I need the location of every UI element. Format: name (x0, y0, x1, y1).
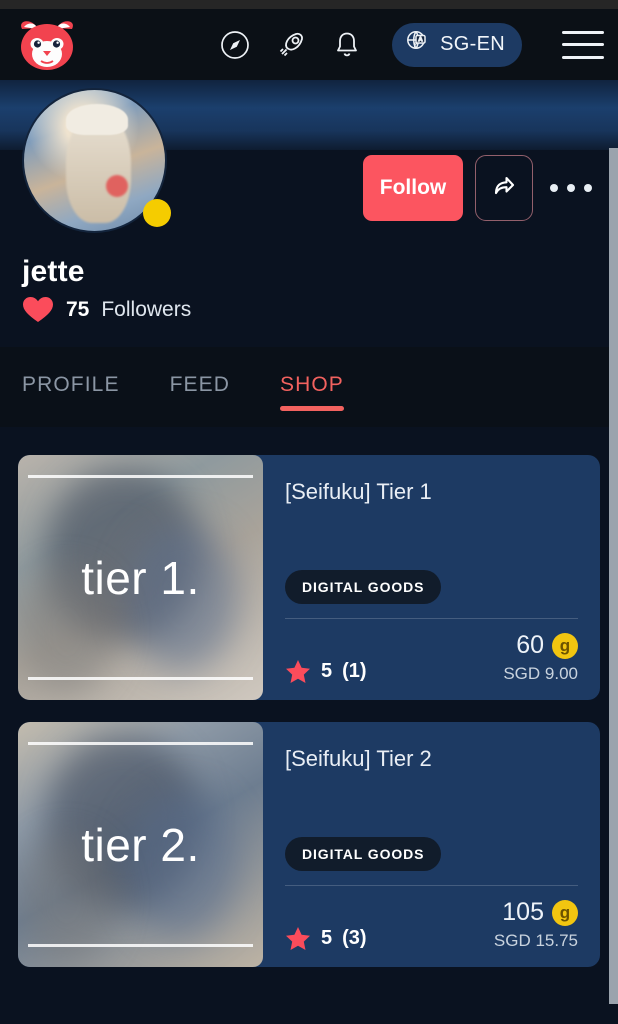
app-root: A SG-EN Follow jette 75 Followers PROFIL… (0, 0, 618, 1024)
star-icon (285, 659, 311, 684)
hamburger-menu-icon[interactable] (562, 28, 604, 62)
product-body: [Seifuku] Tier 2 DIGITAL GOODS 5 (3) 105… (263, 722, 600, 967)
compass-icon[interactable] (218, 28, 252, 62)
followers-count: 75 (66, 297, 90, 321)
status-bar (0, 0, 618, 9)
tab-label: SHOP (279, 373, 344, 396)
product-rating: 5 (1) (285, 659, 367, 684)
profile-tabs: PROFILE FEED SHOP (0, 347, 618, 427)
rating-count: (3) (342, 927, 367, 949)
tab-shop[interactable]: SHOP (279, 373, 344, 411)
thumbnail-label: tier 1. (81, 551, 200, 604)
language-label: SG-EN (440, 33, 505, 55)
product-title: [Seifuku] Tier 1 (285, 479, 432, 504)
star-icon (285, 926, 311, 951)
product-body: [Seifuku] Tier 1 DIGITAL GOODS 5 (1) 60 … (263, 455, 600, 700)
fiat-price: SGD 15.75 (493, 931, 578, 950)
heart-icon (22, 295, 54, 324)
profile-section: Follow jette 75 Followers (0, 80, 618, 347)
followers-row: 75 Followers (22, 295, 191, 324)
follow-button[interactable]: Follow (363, 155, 463, 221)
language-selector[interactable]: A SG-EN (392, 22, 522, 67)
tab-label: FEED (169, 373, 230, 396)
divider (285, 885, 578, 886)
product-type-badge: DIGITAL GOODS (285, 570, 442, 604)
product-badge-row: DIGITAL GOODS (285, 570, 578, 604)
product-card[interactable]: tier 1. [Seifuku] Tier 1 DIGITAL GOODS 5… (18, 455, 600, 700)
coin-amount: 105 (502, 898, 544, 926)
product-list: tier 1. [Seifuku] Tier 1 DIGITAL GOODS 5… (0, 455, 618, 989)
coin-price-row: 60 g (503, 631, 578, 660)
product-card[interactable]: tier 2. [Seifuku] Tier 2 DIGITAL GOODS 5… (18, 722, 600, 967)
divider (285, 618, 578, 619)
rocket-icon[interactable] (274, 28, 308, 62)
product-meta-row: 5 (3) 105 g SGD 15.75 (285, 898, 578, 951)
product-rating: 5 (3) (285, 926, 367, 951)
product-thumbnail: tier 1. (18, 455, 263, 700)
product-badge-row: DIGITAL GOODS (285, 837, 578, 871)
thumbnail-label: tier 2. (81, 818, 200, 871)
product-meta-row: 5 (1) 60 g SGD 9.00 (285, 631, 578, 684)
product-title: [Seifuku] Tier 2 (285, 746, 432, 771)
translate-globe-icon: A (405, 29, 431, 60)
dot-icon (550, 184, 558, 192)
coin-icon: g (552, 899, 578, 926)
page-scrollbar[interactable] (609, 148, 618, 1004)
product-thumbnail: tier 2. (18, 722, 263, 967)
app-header: A SG-EN (0, 9, 618, 80)
tab-profile[interactable]: PROFILE (22, 373, 120, 411)
online-status-dot (143, 199, 171, 227)
followers-label: Followers (101, 297, 192, 321)
product-type-badge: DIGITAL GOODS (285, 837, 442, 871)
rating-count: (1) (342, 660, 367, 682)
coin-icon: g (552, 632, 578, 659)
more-options-button[interactable] (542, 155, 600, 221)
coin-price-row: 105 g (494, 898, 578, 927)
red-panda-logo[interactable] (14, 19, 80, 71)
product-price: 105 g SGD 15.75 (494, 898, 578, 951)
tab-feed[interactable]: FEED (170, 373, 230, 411)
product-price: 60 g SGD 9.00 (503, 631, 578, 684)
profile-username: jette (22, 255, 85, 288)
coin-amount: 60 (516, 631, 544, 659)
svg-text:A: A (419, 37, 423, 43)
share-icon (489, 171, 519, 206)
rating-value: 5 (321, 660, 333, 682)
dot-icon (584, 184, 592, 192)
rating-value: 5 (321, 927, 333, 949)
fiat-price: SGD 9.00 (503, 664, 578, 683)
dot-icon (567, 184, 575, 192)
tab-label: PROFILE (22, 373, 120, 396)
avatar[interactable] (22, 88, 171, 233)
share-button[interactable] (475, 155, 533, 221)
bell-icon[interactable] (330, 28, 364, 62)
header-icon-group: A SG-EN (218, 22, 604, 67)
